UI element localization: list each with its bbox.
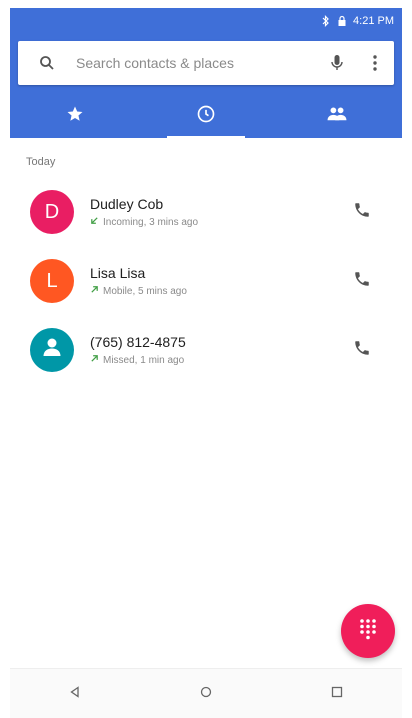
- tab-contacts[interactable]: [271, 94, 402, 138]
- contact-name: Dudley Cob: [90, 196, 164, 212]
- dialpad-icon: [359, 618, 377, 645]
- call-detail: Mobile, 5 mins ago: [90, 285, 348, 297]
- clock-icon: [196, 104, 216, 129]
- call-log-item[interactable]: D Dudley Cob Incoming, 3 mins ago: [10, 178, 402, 246]
- call-button[interactable]: [348, 336, 376, 364]
- section-header-today: Today: [26, 156, 56, 168]
- home-icon: [200, 685, 212, 703]
- more-vert-icon[interactable]: [366, 52, 384, 74]
- lock-icon: [337, 15, 347, 27]
- call-info: (765) 812-4875 Missed, 1 min ago: [90, 334, 348, 366]
- recents-icon: [331, 685, 343, 703]
- tab-bar: [10, 94, 402, 138]
- avatar[interactable]: L: [30, 259, 74, 303]
- call-button[interactable]: [348, 267, 376, 295]
- call-detail: Incoming, 3 mins ago: [90, 216, 348, 228]
- call-info: Dudley Cob Incoming, 3 mins ago: [90, 196, 348, 228]
- star-icon: [66, 105, 84, 128]
- status-bar: 4:21 PM: [10, 8, 402, 34]
- incoming-call-arrow-icon: [90, 216, 99, 228]
- search-icon[interactable]: [36, 52, 58, 74]
- search-bar[interactable]: Search contacts & places: [18, 41, 394, 85]
- status-time: 4:21 PM: [353, 15, 394, 27]
- avatar[interactable]: [30, 328, 74, 372]
- call-info: Lisa Lisa Mobile, 5 mins ago: [90, 265, 348, 297]
- avatar-initial: D: [44, 200, 60, 223]
- outgoing-call-arrow-icon: [90, 285, 99, 297]
- back-button[interactable]: [60, 679, 90, 709]
- call-log: Today D Dudley Cob Incoming, 3 mins ago: [10, 138, 402, 668]
- search-input[interactable]: Search contacts & places: [76, 55, 326, 71]
- call-detail-text: Incoming, 3 mins ago: [103, 216, 199, 228]
- phone-icon: [353, 270, 371, 293]
- people-icon: [326, 105, 348, 128]
- dialpad-button[interactable]: [341, 604, 395, 658]
- avatar-initial: L: [46, 269, 58, 292]
- call-detail-text: Mobile, 5 mins ago: [103, 285, 187, 297]
- person-icon: [40, 335, 64, 365]
- call-detail: Missed, 1 min ago: [90, 354, 348, 366]
- call-log-item[interactable]: L Lisa Lisa Mobile, 5 mins ago: [10, 247, 402, 315]
- call-log-item[interactable]: (765) 812-4875 Missed, 1 min ago: [10, 316, 402, 384]
- phone-screen: 4:21 PM Search contacts & places Today D…: [0, 0, 412, 718]
- tab-speed-dial[interactable]: [10, 94, 141, 138]
- phone-icon: [353, 201, 371, 224]
- outgoing-call-arrow-icon: [90, 354, 99, 366]
- contact-name: Lisa Lisa: [90, 265, 146, 281]
- back-icon: [69, 685, 81, 703]
- recents-button[interactable]: [322, 679, 352, 709]
- mic-icon[interactable]: [326, 52, 348, 74]
- navigation-bar: [10, 668, 402, 718]
- contact-number: (765) 812-4875: [90, 334, 186, 350]
- bluetooth-icon: [321, 15, 331, 27]
- home-button[interactable]: [191, 679, 221, 709]
- tab-recents[interactable]: [141, 94, 272, 138]
- call-detail-text: Missed, 1 min ago: [103, 354, 185, 366]
- phone-icon: [353, 339, 371, 362]
- call-button[interactable]: [348, 198, 376, 226]
- avatar[interactable]: D: [30, 190, 74, 234]
